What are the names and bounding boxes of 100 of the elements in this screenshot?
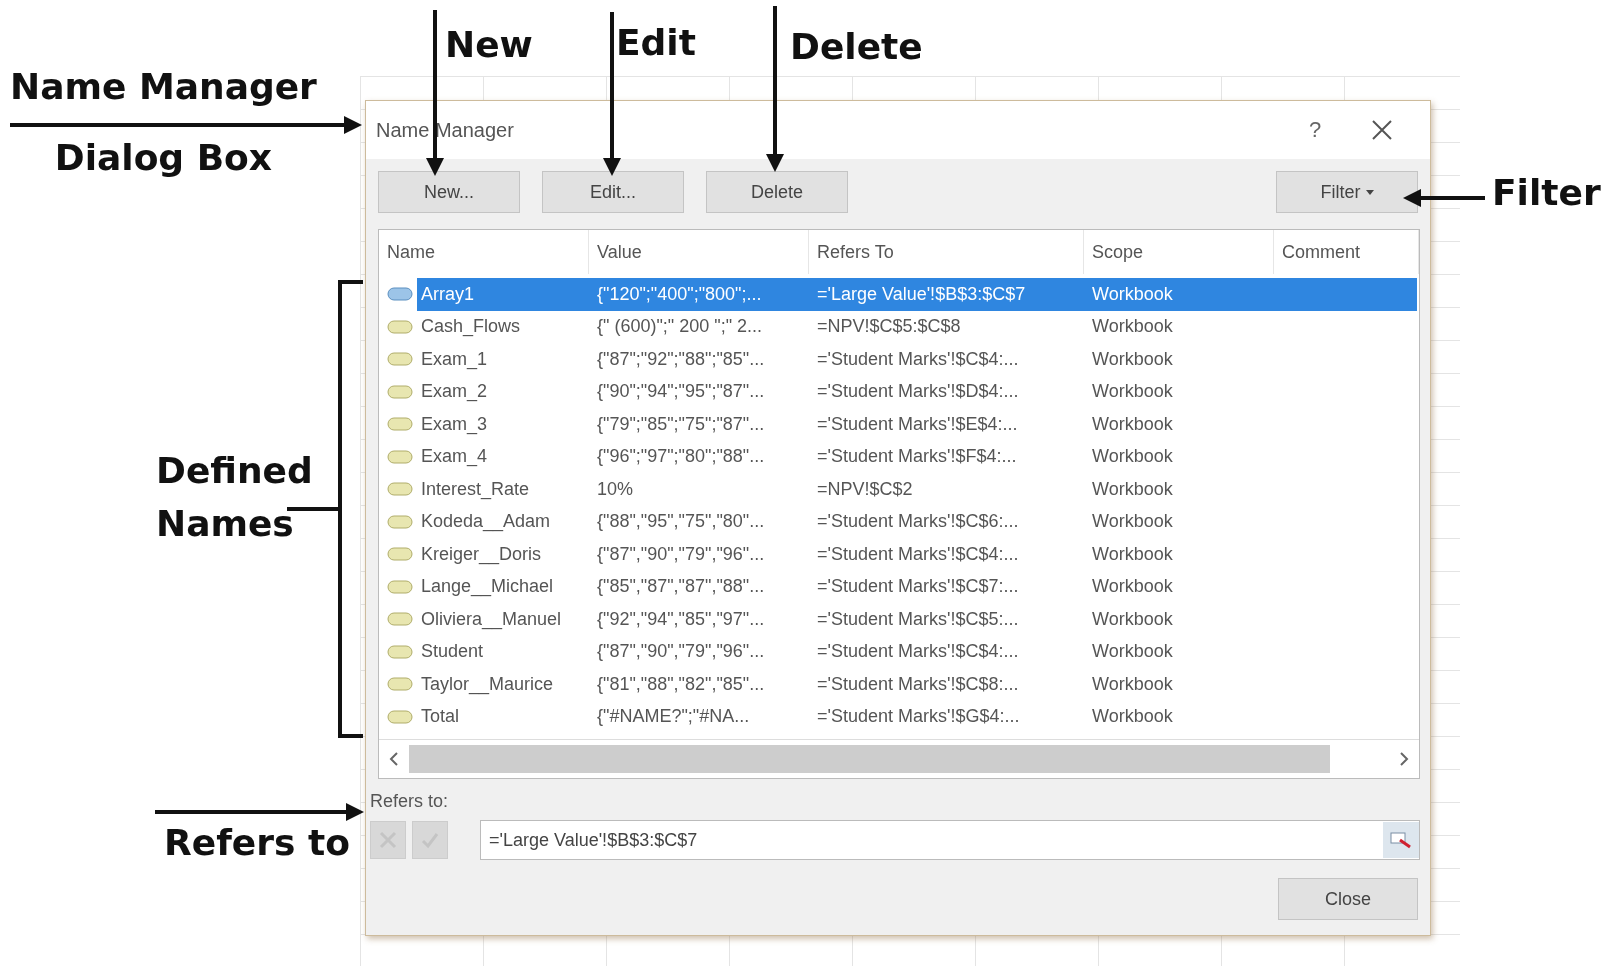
- scope-cell: Workbook: [1092, 576, 1173, 598]
- value-cell: {"92","94","85","97"...: [597, 608, 765, 630]
- name-cell[interactable]: Interest_Rate: [413, 478, 530, 500]
- annotation-label: Dialog Box: [54, 135, 273, 180]
- toolbar-button[interactable]: Delete: [706, 171, 848, 213]
- name-cell[interactable]: Kreiger__Doris: [413, 543, 542, 565]
- refers-to-cell: ='Student Marks'!$C$8:...: [817, 673, 1019, 695]
- refers-to-cell: ='Student Marks'!$C$5:...: [817, 608, 1019, 630]
- scope-cell: Workbook: [1092, 478, 1173, 500]
- scope-cell: Workbook: [1092, 641, 1173, 663]
- refers-to-cell: ='Student Marks'!$C$4:...: [817, 543, 1019, 565]
- name-tag-icon: [387, 383, 413, 400]
- name-cell[interactable]: Exam_2: [413, 381, 488, 403]
- name-tag-icon: [387, 578, 413, 595]
- column-header[interactable]: Name: [379, 230, 589, 274]
- value-cell: {"96";"97";"80";"88"...: [597, 446, 765, 468]
- refers-to-cell: ='Student Marks'!$C$4:...: [817, 348, 1019, 370]
- name-tag-icon: [387, 513, 413, 530]
- scope-cell: Workbook: [1092, 348, 1173, 370]
- name-cell[interactable]: Student: [413, 641, 484, 663]
- refers-to-cell: =NPV!$C$2: [817, 478, 913, 500]
- name-tag-icon: [387, 318, 413, 335]
- scope-cell: Workbook: [1092, 316, 1173, 338]
- refers-to-cell: =NPV!$C$5:$C$8: [817, 316, 961, 338]
- name-cell[interactable]: Lange__Michael: [413, 576, 554, 598]
- value-cell: {"87","90","79","96"...: [597, 543, 765, 565]
- value-cell: {"87","90","79","96"...: [597, 641, 765, 663]
- refers-to-cell: ='Student Marks'!$E$4:...: [817, 413, 1018, 435]
- name-cell[interactable]: Exam_1: [413, 348, 488, 370]
- annotation-label: Names: [156, 501, 294, 546]
- close-button[interactable]: Close: [1278, 878, 1418, 920]
- name-cell[interactable]: Kodeda__Adam: [413, 511, 551, 533]
- range-select-icon: [1390, 830, 1412, 850]
- value-cell: {"79";"85";"75";"87"...: [597, 413, 765, 435]
- scope-cell: Workbook: [1092, 608, 1173, 630]
- name-tag-icon: [387, 643, 413, 660]
- scope-cell: Workbook: [1092, 283, 1173, 305]
- value-cell: {"87";"92";"88";"85"...: [597, 348, 765, 370]
- toolbar-button[interactable]: Edit...: [542, 171, 684, 213]
- value-cell: {"81","88","82","85"...: [597, 673, 765, 695]
- column-header[interactable]: Value: [589, 230, 809, 274]
- dialog-title: Name Manager: [376, 118, 515, 142]
- name-tag-icon: [387, 351, 413, 368]
- column-header[interactable]: Scope: [1084, 230, 1274, 274]
- scrollbar-thumb[interactable]: [409, 745, 1331, 773]
- annotation-label: Refers to: [164, 821, 350, 865]
- scope-cell: Workbook: [1092, 706, 1173, 728]
- chevron-right-icon[interactable]: [1399, 752, 1409, 766]
- column-header[interactable]: Comment: [1274, 230, 1419, 274]
- name-tag-icon: [387, 546, 413, 563]
- name-cell[interactable]: Array1: [413, 283, 474, 305]
- refers-to-cell: ='Student Marks'!$F$4:...: [817, 446, 1017, 468]
- name-tag-icon: [387, 676, 413, 693]
- annotation-label: New: [445, 23, 533, 67]
- chevron-left-icon[interactable]: [389, 752, 399, 766]
- name-tag-icon: [387, 481, 413, 498]
- value-cell: {"120";"400";"800";...: [597, 283, 762, 305]
- value-cell: {"90";"94";"95";"87"...: [597, 381, 765, 403]
- refers-to-cell: ='Student Marks'!$C$7:...: [817, 576, 1019, 598]
- name-cell[interactable]: Taylor__Maurice: [413, 673, 554, 695]
- annotation-label: Name Manager: [10, 65, 317, 109]
- scope-cell: Workbook: [1092, 543, 1173, 565]
- filter-button[interactable]: Filter: [1276, 171, 1418, 213]
- name-tag-icon: [387, 708, 413, 725]
- refers-to-cell: ='Large Value'!$B$3:$C$7: [817, 283, 1026, 305]
- scope-cell: Workbook: [1092, 511, 1173, 533]
- refers-to-cell: ='Student Marks'!$C$4:...: [817, 641, 1019, 663]
- refers-to-cell: ='Student Marks'!$C$6:...: [817, 511, 1019, 533]
- close-icon[interactable]: [1370, 118, 1394, 142]
- value-cell: {"#NAME?";"#NA...: [597, 706, 750, 728]
- refers-to-field[interactable]: ='Large Value'!$B$3:$C$7: [480, 820, 1420, 860]
- caret-icon: [1365, 190, 1374, 196]
- scope-cell: Workbook: [1092, 381, 1173, 403]
- name-tag-icon: [387, 448, 413, 465]
- name-tag-icon: [387, 416, 413, 433]
- value-cell: {"88","95","75","80"...: [597, 511, 765, 533]
- annotation-label: Delete: [790, 25, 923, 69]
- name-cell[interactable]: Total: [413, 706, 460, 728]
- name-cell[interactable]: Oliviera__Manuel: [413, 608, 562, 630]
- refers-to-cell: ='Student Marks'!$D$4:...: [817, 381, 1019, 403]
- scope-cell: Workbook: [1092, 446, 1173, 468]
- scope-cell: Workbook: [1092, 673, 1173, 695]
- help-button[interactable]: ?: [1280, 117, 1350, 143]
- toolbar-button[interactable]: New...: [378, 171, 520, 213]
- scope-cell: Workbook: [1092, 413, 1173, 435]
- annotation-label: Defined: [156, 449, 313, 493]
- name-cell[interactable]: Exam_4: [413, 446, 488, 468]
- name-tag-icon: [387, 286, 413, 303]
- annotation-label: Filter: [1492, 171, 1601, 215]
- name-cell[interactable]: Exam_3: [413, 413, 488, 435]
- refers-to-cell: ='Student Marks'!$G$4:...: [817, 706, 1020, 728]
- column-header[interactable]: Refers To: [809, 230, 1084, 274]
- name-cell[interactable]: Cash_Flows: [413, 316, 521, 338]
- value-cell: 10%: [597, 478, 634, 500]
- name-tag-icon: [387, 611, 413, 628]
- value-cell: {"85","87","87","88"...: [597, 576, 765, 598]
- refers-to-label: Refers to:: [370, 791, 450, 812]
- value-cell: {" (600)";" 200 ";" 2...: [597, 316, 763, 338]
- range-select-button[interactable]: [1383, 822, 1419, 858]
- annotation-label: Edit: [616, 21, 696, 65]
